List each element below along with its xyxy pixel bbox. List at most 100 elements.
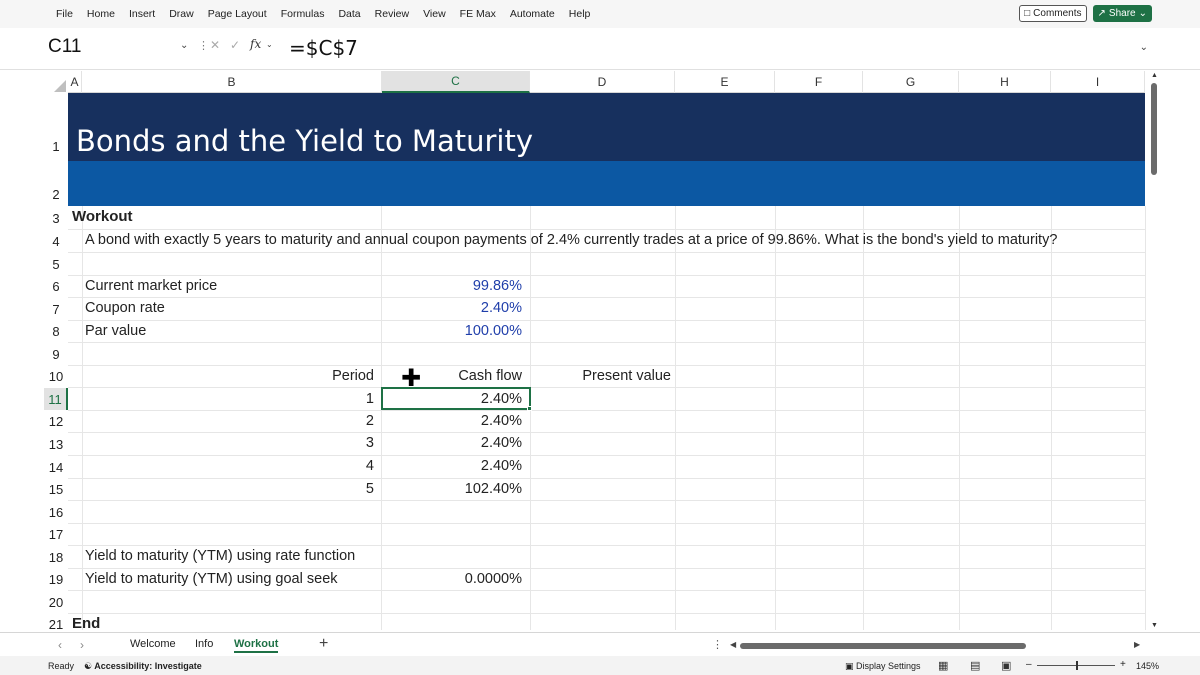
ytm-goal-seek-value[interactable]: 0.0000% xyxy=(382,571,522,587)
row-header[interactable]: 6 xyxy=(44,276,68,297)
row-header[interactable]: 10 xyxy=(44,366,68,387)
menu-draw[interactable]: Draw xyxy=(162,8,201,20)
row-header[interactable]: 16 xyxy=(44,501,68,523)
tab-info[interactable]: Info xyxy=(195,638,213,650)
column-header-i[interactable]: I xyxy=(1051,71,1145,93)
input-value[interactable]: 99.86% xyxy=(382,278,522,294)
row-header[interactable]: 19 xyxy=(44,569,68,590)
input-label[interactable]: Current market price xyxy=(85,278,217,294)
scroll-right-icon[interactable]: ▶ xyxy=(1134,640,1140,649)
input-label[interactable]: Par value xyxy=(85,323,146,339)
scroll-left-icon[interactable]: ◀ xyxy=(730,640,736,649)
menu-formulas[interactable]: Formulas xyxy=(274,8,332,20)
menu-automate[interactable]: Automate xyxy=(503,8,562,20)
fill-handle[interactable] xyxy=(527,406,532,411)
row-header[interactable]: 4 xyxy=(44,230,68,252)
row-header[interactable]: 18 xyxy=(44,546,68,568)
row-header[interactable]: 14 xyxy=(44,456,68,478)
row-header[interactable]: 2 xyxy=(44,183,68,205)
add-sheet-button[interactable]: + xyxy=(319,635,328,653)
row-header[interactable]: 12 xyxy=(44,411,68,432)
row-header[interactable]: 3 xyxy=(44,207,68,229)
column-header-d[interactable]: D xyxy=(530,71,675,93)
name-box[interactable]: C11 xyxy=(48,36,81,58)
expand-formula-icon[interactable]: ⌄ xyxy=(1140,42,1148,53)
menu-file[interactable]: File xyxy=(0,8,80,20)
menu-page-layout[interactable]: Page Layout xyxy=(201,8,274,20)
row-header[interactable]: 1 xyxy=(44,134,68,158)
period-cell[interactable]: 2 xyxy=(82,413,374,429)
menu-data[interactable]: Data xyxy=(331,8,367,20)
display-settings-button[interactable]: ▣ Display Settings xyxy=(845,661,921,672)
row-header[interactable]: 8 xyxy=(44,321,68,342)
more-icon[interactable]: ⋮ xyxy=(712,638,723,651)
cancel-icon[interactable]: ✕ xyxy=(210,38,220,52)
chevron-down-icon[interactable]: ⌄ xyxy=(180,40,188,51)
column-header-c[interactable]: C xyxy=(382,71,530,93)
scroll-down-icon[interactable]: ▼ xyxy=(1151,622,1158,629)
vertical-scroll-thumb[interactable] xyxy=(1151,83,1157,175)
menu-fe-max[interactable]: FE Max xyxy=(453,8,503,20)
input-value[interactable]: 100.00% xyxy=(382,323,522,339)
period-header[interactable]: Period xyxy=(82,368,374,384)
input-value[interactable]: 2.40% xyxy=(382,300,522,316)
formula-input[interactable]: =$C$7 xyxy=(289,36,358,60)
menu-review[interactable]: Review xyxy=(368,8,416,20)
cash-flow-cell[interactable]: 102.40% xyxy=(382,481,522,497)
row-header[interactable]: 21 xyxy=(44,614,68,634)
column-header-a[interactable]: A xyxy=(68,71,82,93)
row-header[interactable]: 9 xyxy=(44,343,68,365)
zoom-level[interactable]: 145% xyxy=(1136,661,1159,671)
cash-flow-cell[interactable]: 2.40% xyxy=(382,413,522,429)
vertical-scrollbar[interactable]: ▲ ▼ xyxy=(1148,71,1160,631)
page-break-view-icon[interactable]: ▣ xyxy=(1001,659,1011,672)
ytm-goal-seek-label[interactable]: Yield to maturity (YTM) using goal seek xyxy=(85,571,338,587)
zoom-in-button[interactable]: + xyxy=(1120,659,1126,670)
chevron-down-icon[interactable]: ⌄ xyxy=(266,40,273,49)
enter-icon[interactable]: ✓ xyxy=(230,38,240,52)
cash-flow-cell[interactable]: 2.40% xyxy=(382,458,522,474)
end-marker[interactable]: End xyxy=(72,615,100,632)
tab-prev-icon[interactable]: ‹ xyxy=(58,638,62,652)
column-header-e[interactable]: E xyxy=(675,71,775,93)
tab-workout[interactable]: Workout xyxy=(234,638,279,653)
row-header[interactable]: 13 xyxy=(44,433,68,455)
share-button[interactable]: ↗ Share ⌄ xyxy=(1092,5,1152,22)
row-header[interactable]: 11 xyxy=(44,388,68,410)
period-cell[interactable]: 4 xyxy=(82,458,374,474)
menu-view[interactable]: View xyxy=(416,8,453,20)
page-layout-view-icon[interactable]: ▤ xyxy=(970,659,980,672)
zoom-slider-knob[interactable] xyxy=(1076,661,1078,670)
normal-view-icon[interactable]: ▦ xyxy=(938,659,948,672)
comments-button[interactable]: □ Comments xyxy=(1019,5,1087,22)
period-cell[interactable]: 3 xyxy=(82,435,374,451)
section-heading[interactable]: Workout xyxy=(72,208,133,225)
scroll-up-icon[interactable]: ▲ xyxy=(1151,72,1158,79)
row-header[interactable]: 7 xyxy=(44,298,68,320)
column-header-g[interactable]: G xyxy=(863,71,959,93)
tab-welcome[interactable]: Welcome xyxy=(130,638,176,650)
column-header-h[interactable]: H xyxy=(959,71,1051,93)
question-text[interactable]: A bond with exactly 5 years to maturity … xyxy=(85,232,1057,248)
row-header[interactable]: 17 xyxy=(44,524,68,545)
cash-flow-cell[interactable]: 2.40% xyxy=(382,435,522,451)
input-label[interactable]: Coupon rate xyxy=(85,300,165,316)
period-cell[interactable]: 5 xyxy=(82,481,374,497)
accessibility-status[interactable]: ☯ Accessibility: Investigate xyxy=(84,661,202,672)
menu-home[interactable]: Home xyxy=(80,8,122,20)
horizontal-scroll-thumb[interactable] xyxy=(740,643,1026,649)
insert-function-icon[interactable]: fx xyxy=(250,37,261,51)
menu-help[interactable]: Help xyxy=(562,8,598,20)
zoom-out-button[interactable]: – xyxy=(1026,659,1032,670)
ytm-rate-label[interactable]: Yield to maturity (YTM) using rate funct… xyxy=(85,548,355,564)
row-header[interactable]: 15 xyxy=(44,479,68,500)
present-value-header[interactable]: Present value xyxy=(530,368,671,384)
column-header-f[interactable]: F xyxy=(775,71,863,93)
row-header[interactable]: 5 xyxy=(44,253,68,275)
tab-next-icon[interactable]: › xyxy=(80,638,84,652)
sheet-title[interactable]: Bonds and the Yield to Maturity xyxy=(76,124,533,158)
column-header-b[interactable]: B xyxy=(82,71,382,93)
row-header[interactable]: 20 xyxy=(44,591,68,613)
period-cell[interactable]: 1 xyxy=(82,391,374,407)
menu-insert[interactable]: Insert xyxy=(122,8,162,20)
